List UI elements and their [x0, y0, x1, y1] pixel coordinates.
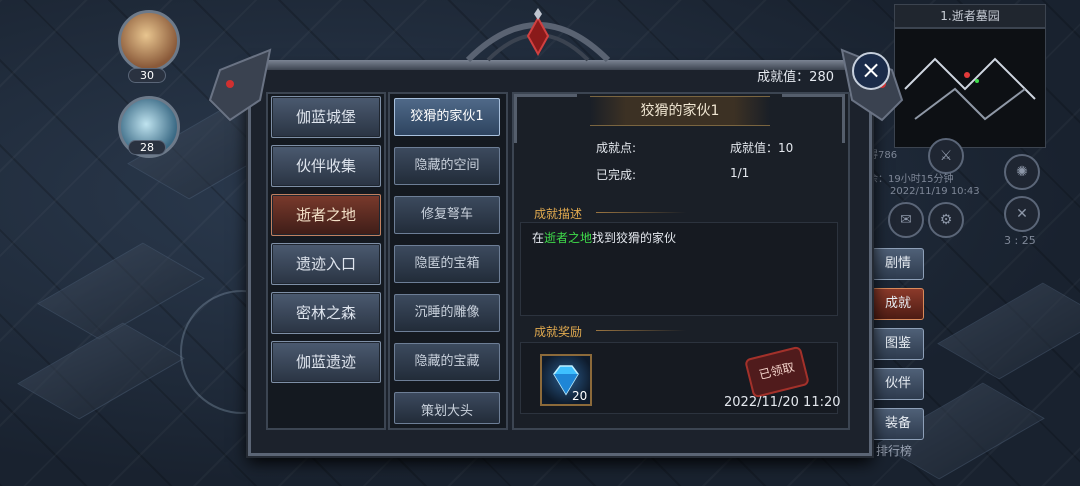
crest-icon	[465, 8, 611, 63]
description-place: 逝者之地	[544, 231, 593, 245]
corner-ornament	[514, 94, 577, 143]
map-title: 1.逝者墓园	[894, 4, 1046, 28]
skill-icon[interactable]: ✺	[1004, 154, 1040, 190]
description-text: 在逝者之地找到狡猾的家伙	[532, 229, 676, 246]
info-line-3: 2022/11/19 10:43	[890, 186, 980, 197]
subitem[interactable]: 隐藏的空间	[394, 147, 500, 185]
weapon-icon[interactable]: ⚔	[928, 138, 964, 174]
mail-icon[interactable]: ✉	[888, 202, 924, 238]
subitem[interactable]: 隐匿的宝箱	[394, 245, 500, 283]
clock: 3 : 25	[1004, 234, 1036, 247]
achievement-score: 成就值：280	[757, 70, 834, 85]
partner-level: 28	[128, 140, 166, 155]
done-value: 1/1	[730, 166, 750, 180]
detail-title: 狡猾的家伙1	[590, 96, 770, 126]
category-item-active[interactable]: 逝者之地	[271, 194, 381, 236]
settings-icon[interactable]: ⚙	[928, 202, 964, 238]
done-label: 已完成:	[596, 168, 637, 182]
side-button-codex[interactable]: 图鉴	[872, 328, 924, 360]
category-item[interactable]: 伽蓝城堡	[271, 96, 381, 138]
section-divider	[596, 330, 686, 331]
minimap-paths	[904, 57, 1036, 121]
side-button-story[interactable]: 剧情	[872, 248, 924, 280]
corner-ornament	[782, 94, 845, 143]
category-item[interactable]: 伽蓝遗迹	[271, 341, 381, 383]
category-item[interactable]: 遗迹入口	[271, 243, 381, 285]
points-value: 成就值：10	[730, 141, 794, 155]
side-button-partner[interactable]: 伙伴	[872, 368, 924, 400]
ranking-label[interactable]: 排行榜	[876, 442, 912, 459]
points-label: 成就点:	[596, 141, 637, 155]
subitem[interactable]: 策划大头	[394, 392, 500, 424]
hero-avatar[interactable]	[118, 10, 180, 72]
hero-level: 30	[128, 68, 166, 83]
reward-title: 成就奖励	[534, 325, 583, 339]
category-item[interactable]: 密林之森	[271, 292, 381, 334]
claim-time: 2022/11/20 11:20	[724, 395, 841, 410]
description-prefix: 在	[532, 231, 545, 245]
section-divider	[596, 212, 686, 213]
minimap[interactable]	[894, 28, 1046, 148]
close-icon[interactable]: ×	[852, 52, 890, 90]
subitem-active[interactable]: 狡猾的家伙1	[394, 98, 500, 136]
side-button-equipment[interactable]: 装备	[872, 408, 924, 440]
category-item[interactable]: 伙伴收集	[271, 145, 381, 187]
description-title: 成就描述	[534, 207, 583, 221]
swords-icon[interactable]: ✕	[1004, 196, 1040, 232]
subitem[interactable]: 沉睡的雕像	[394, 294, 500, 332]
info-line-2: 余：19小时15分钟	[868, 174, 954, 185]
description-suffix: 找到狡猾的家伙	[592, 231, 677, 245]
side-button-achievement[interactable]: 成就	[872, 288, 924, 320]
subitem[interactable]: 修复弩车	[394, 196, 500, 234]
reward-count: 20	[572, 389, 588, 403]
info-line-1: 得786	[868, 150, 898, 161]
subitem[interactable]: 隐藏的宝藏	[394, 343, 500, 381]
